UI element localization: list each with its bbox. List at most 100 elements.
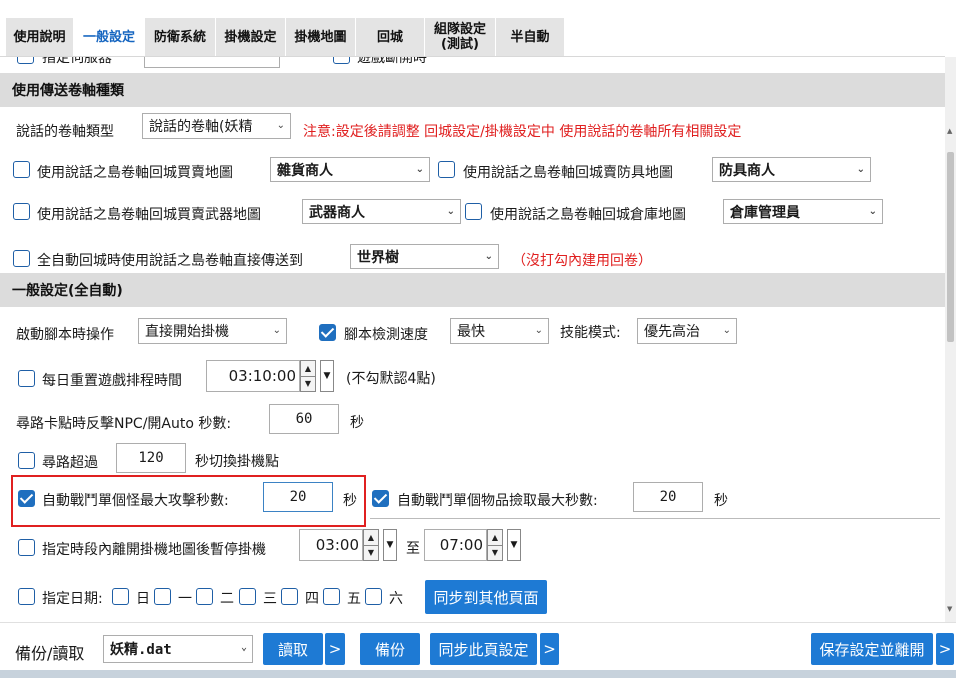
warehouse-map-checkbox[interactable]: [465, 203, 482, 220]
direct-teleport-label: 全自動回城時使用說話之島卷軸直接傳送到: [37, 253, 303, 269]
tab-help[interactable]: 使用說明: [6, 18, 74, 56]
scroll-up-icon[interactable]: ▲: [947, 127, 952, 135]
tab-semi-auto[interactable]: 半自動: [496, 18, 565, 56]
warehouse-map-value: 倉庫管理員: [730, 204, 800, 221]
seconds-unit: 秒: [350, 415, 364, 431]
attack-seconds-value: 20: [289, 489, 307, 505]
tab-idle-map[interactable]: 掛機地圖: [286, 18, 356, 56]
start-action-select[interactable]: 直接開始掛機 ⌄: [138, 318, 287, 344]
scroll-type-select[interactable]: 說話的卷軸(妖精 ⌄: [142, 113, 291, 139]
backup-file-value: 妖精.dat: [110, 642, 172, 658]
grocery-map-select[interactable]: 雜貨商人 ⌄: [270, 157, 430, 182]
sync-other-pages-button[interactable]: 同步到其他頁面: [425, 580, 547, 614]
section-general-auto: 一般設定(全自動): [0, 273, 945, 307]
day-wed-label: 三: [263, 591, 277, 607]
pause-end-dropdown[interactable]: ▼: [507, 529, 521, 561]
spin-up-icon[interactable]: ▲: [364, 530, 378, 546]
weapon-map-checkbox[interactable]: [13, 203, 30, 220]
tab-return-town[interactable]: 回城: [356, 18, 425, 56]
pickup-seconds-label: 自動戰鬥單個物品撿取最大秒數:: [397, 493, 598, 509]
daily-reset-spinner[interactable]: ▲ ▼: [300, 360, 316, 392]
disconnect-label: 遊戲斷開時: [357, 57, 427, 66]
armor-map-checkbox[interactable]: [438, 161, 455, 178]
chevron-down-icon: ⌄: [868, 206, 877, 217]
pause-end-value: 07:00: [439, 536, 483, 554]
daily-reset-checkbox[interactable]: [18, 370, 35, 387]
pause-start-spinner[interactable]: ▲ ▼: [363, 529, 379, 561]
day-tue-label: 二: [220, 591, 234, 607]
pause-end-spinner[interactable]: ▲ ▼: [487, 529, 503, 561]
day-fri-label: 五: [347, 591, 361, 607]
day-tue-checkbox[interactable]: [196, 588, 213, 605]
server-checkbox[interactable]: [17, 57, 34, 64]
day-sun-checkbox[interactable]: [112, 588, 129, 605]
stuck-seconds-input[interactable]: 60: [269, 404, 339, 434]
day-mon-label: 一: [178, 591, 192, 607]
path-timeout-value: 120: [138, 450, 164, 466]
day-wed-checkbox[interactable]: [239, 588, 256, 605]
tab-party-settings[interactable]: 組隊設定 (測試): [425, 18, 496, 56]
scrollbar-thumb[interactable]: [947, 152, 954, 342]
save-exit-button[interactable]: 保存設定並離開: [811, 633, 933, 665]
pause-end-input[interactable]: 07:00: [424, 529, 487, 561]
backup-file-select[interactable]: 妖精.dat ⌄: [103, 635, 253, 663]
daily-reset-time-input[interactable]: 03:10:00: [206, 360, 300, 392]
spin-up-icon[interactable]: ▲: [301, 361, 315, 377]
date-checkbox[interactable]: [18, 588, 35, 605]
disconnect-checkbox[interactable]: [333, 57, 350, 64]
pause-start-input[interactable]: 03:00: [299, 529, 363, 561]
scroll-type-label: 說話的卷軸類型: [16, 124, 114, 140]
path-timeout-checkbox[interactable]: [18, 452, 35, 469]
chevron-down-icon: ⌄: [415, 164, 424, 175]
save-exit-more-button[interactable]: >: [936, 633, 954, 665]
backup-label: 備份/讀取: [15, 644, 85, 663]
warehouse-map-select[interactable]: 倉庫管理員 ⌄: [723, 199, 883, 224]
armor-map-select[interactable]: 防具商人 ⌄: [712, 157, 871, 182]
vertical-scrollbar[interactable]: ▲ ▼: [945, 57, 956, 622]
tab-idle-settings[interactable]: 掛機設定: [216, 18, 286, 56]
direct-teleport-select[interactable]: 世界樹 ⌄: [350, 244, 499, 269]
grocery-map-value: 雜貨商人: [277, 162, 333, 179]
chevron-down-icon: ⌄: [722, 325, 731, 336]
grocery-map-checkbox[interactable]: [13, 161, 30, 178]
sync-page-button[interactable]: 同步此頁設定: [430, 633, 537, 665]
spin-down-icon[interactable]: ▼: [301, 376, 315, 391]
direct-teleport-value: 世界樹: [357, 249, 399, 266]
read-button[interactable]: 讀取: [263, 633, 323, 665]
pickup-seconds-value: 20: [659, 489, 677, 505]
day-mon-checkbox[interactable]: [154, 588, 171, 605]
sync-page-more-button[interactable]: >: [540, 633, 559, 665]
read-more-button[interactable]: >: [325, 633, 345, 665]
tab-bar: 使用說明 一般設定 防衛系統 掛機設定 掛機地圖 回城 組隊設定 (測試) 半自…: [0, 0, 956, 56]
detect-speed-checkbox[interactable]: [319, 324, 336, 341]
day-thu-label: 四: [305, 591, 319, 607]
spin-up-icon[interactable]: ▲: [488, 530, 502, 546]
backup-button[interactable]: 備份: [360, 633, 420, 665]
tab-defense-system[interactable]: 防衛系統: [145, 18, 216, 56]
weapon-map-value: 武器商人: [309, 204, 365, 221]
weapon-map-select[interactable]: 武器商人 ⌄: [302, 199, 461, 224]
pause-period-checkbox[interactable]: [18, 539, 35, 556]
daily-reset-dropdown[interactable]: ▼: [320, 360, 334, 392]
pause-start-dropdown[interactable]: ▼: [383, 529, 397, 561]
server-select[interactable]: [144, 57, 280, 68]
pause-start-value: 03:00: [315, 536, 359, 554]
pickup-seconds-input[interactable]: 20: [633, 482, 703, 512]
scroll-down-icon[interactable]: ▼: [947, 605, 952, 613]
section-title: 使用傳送卷軸種類: [12, 83, 124, 99]
tab-general-settings[interactable]: 一般設定: [74, 18, 145, 56]
pickup-seconds-checkbox[interactable]: [372, 490, 389, 507]
attack-seconds-input[interactable]: 20: [263, 482, 333, 512]
day-thu-checkbox[interactable]: [281, 588, 298, 605]
detect-speed-select[interactable]: 最快 ⌄: [450, 318, 549, 344]
attack-seconds-checkbox[interactable]: [18, 490, 35, 507]
path-timeout-input[interactable]: 120: [116, 443, 186, 473]
spin-down-icon[interactable]: ▼: [364, 545, 378, 560]
day-sat-checkbox[interactable]: [365, 588, 382, 605]
spin-down-icon[interactable]: ▼: [488, 545, 502, 560]
day-fri-checkbox[interactable]: [323, 588, 340, 605]
path-timeout-suffix: 秒切換掛機點: [195, 454, 279, 470]
skill-mode-select[interactable]: 優先高治 ⌄: [637, 318, 737, 344]
section-teleport-scroll: 使用傳送卷軸種類: [0, 73, 945, 107]
direct-teleport-checkbox[interactable]: [13, 250, 30, 267]
